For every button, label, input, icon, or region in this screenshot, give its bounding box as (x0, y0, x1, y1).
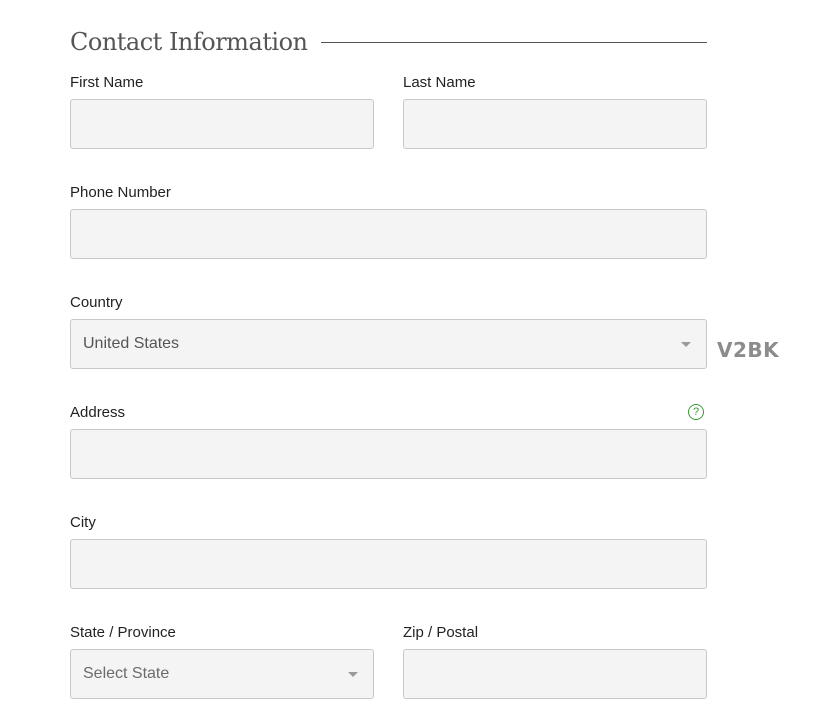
country-select[interactable]: United States (70, 319, 707, 369)
chevron-down-icon (348, 672, 358, 677)
last-name-input[interactable] (403, 99, 707, 149)
address-label: Address (70, 404, 126, 421)
phone-number-label: Phone Number (70, 184, 171, 201)
phone-number-input[interactable] (70, 209, 707, 259)
state-select-placeholder: Select State (83, 665, 170, 682)
address-input[interactable] (70, 429, 707, 479)
watermark-logo: V2BK (717, 338, 780, 362)
city-input[interactable] (70, 539, 707, 589)
help-icon[interactable]: ? (688, 404, 704, 420)
city-label: City (70, 514, 96, 531)
chevron-down-icon (681, 342, 691, 347)
country-label: Country (70, 294, 123, 311)
country-selected-value: United States (83, 335, 180, 352)
zip-postal-input[interactable] (403, 649, 707, 699)
zip-postal-label: Zip / Postal (403, 624, 479, 641)
state-province-label: State / Province (70, 624, 176, 641)
state-select[interactable]: Select State (70, 649, 374, 699)
section-divider (321, 41, 707, 43)
first-name-label: First Name (70, 74, 144, 91)
section-title: Contact Information (70, 28, 308, 56)
section-header: Contact Information (70, 26, 707, 58)
last-name-label: Last Name (403, 74, 476, 91)
first-name-input[interactable] (70, 99, 374, 149)
